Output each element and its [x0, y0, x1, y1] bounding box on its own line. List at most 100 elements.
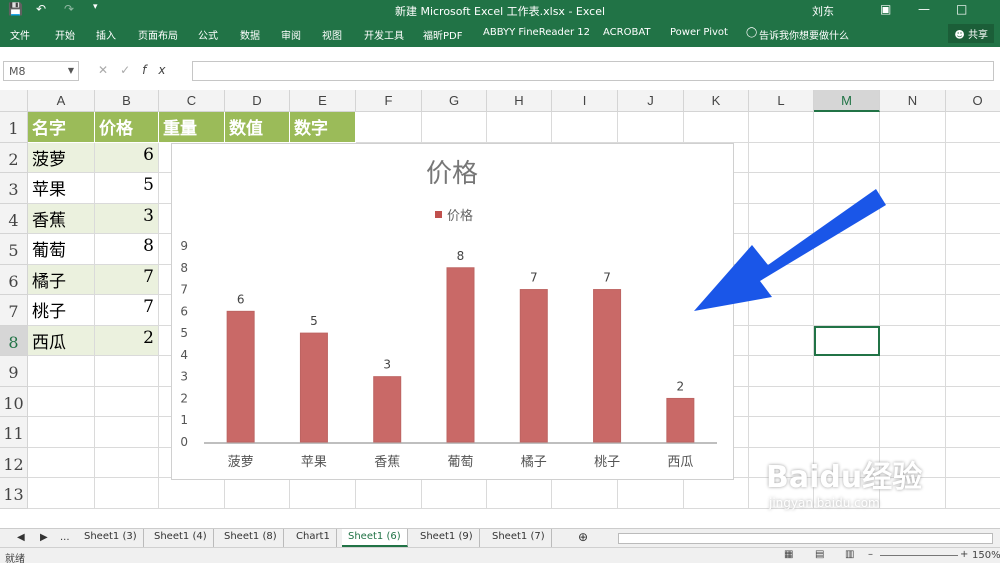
cell[interactable] [95, 417, 159, 448]
cell[interactable] [487, 112, 552, 143]
table-header-cell[interactable]: 重量 [159, 112, 225, 143]
price-cell[interactable]: 7 [95, 295, 159, 326]
chevron-down-icon[interactable]: ▼ [68, 66, 74, 75]
column-header[interactable]: D [225, 90, 290, 112]
cell[interactable] [356, 478, 422, 509]
column-header[interactable]: A [28, 90, 95, 112]
row-header[interactable]: 3 [0, 173, 28, 204]
cell[interactable] [684, 478, 749, 509]
selected-cell[interactable] [814, 325, 880, 356]
cell[interactable] [946, 173, 1000, 204]
tab-insert[interactable]: 插入 [96, 27, 116, 42]
name-cell[interactable]: 西瓜 [28, 325, 95, 356]
cell[interactable] [814, 417, 880, 448]
name-cell[interactable]: 橘子 [28, 264, 95, 295]
price-cell[interactable]: 8 [95, 234, 159, 265]
cell[interactable] [422, 112, 487, 143]
cell[interactable] [28, 356, 95, 387]
cell[interactable] [28, 478, 95, 509]
cell[interactable] [356, 112, 422, 143]
more-sheets-icon[interactable]: ... [60, 532, 70, 543]
cell[interactable] [28, 417, 95, 448]
tab-view[interactable]: 视图 [322, 27, 342, 42]
zoom-level[interactable]: 150% [972, 550, 1000, 561]
table-header-cell[interactable]: 数值 [225, 112, 290, 143]
cell[interactable] [946, 143, 1000, 173]
row-header[interactable]: 5 [0, 234, 28, 265]
cell[interactable] [946, 204, 1000, 234]
column-header[interactable]: L [749, 90, 814, 112]
table-header-cell[interactable]: 数字 [290, 112, 356, 143]
enter-icon[interactable]: ✓ [120, 63, 142, 77]
table-header-cell[interactable]: 价格 [95, 112, 159, 143]
column-header[interactable]: G [422, 90, 487, 112]
normal-view-icon[interactable]: ▦ [784, 549, 793, 560]
table-header-cell[interactable]: 名字 [28, 112, 95, 143]
price-cell[interactable]: 7 [95, 264, 159, 295]
cell[interactable] [95, 386, 159, 417]
sheet-tab[interactable]: Chart1 [290, 529, 337, 547]
zoom-in-icon[interactable]: + [960, 549, 968, 560]
column-header[interactable]: M [814, 90, 880, 112]
cell[interactable] [814, 356, 880, 387]
sheet-tab[interactable]: Sheet1 (4) [148, 529, 214, 547]
tab-formulas[interactable]: 公式 [198, 27, 218, 42]
ribbon-display-icon[interactable]: ▣ [880, 2, 891, 16]
cell[interactable] [880, 325, 946, 356]
column-header[interactable]: N [880, 90, 946, 112]
cell[interactable] [749, 386, 814, 417]
cell[interactable] [487, 478, 552, 509]
share-button[interactable]: ☻ 共享 [948, 24, 994, 43]
cell[interactable] [749, 356, 814, 387]
cell[interactable] [946, 356, 1000, 387]
formula-input[interactable] [192, 61, 994, 81]
maximize-icon[interactable]: □ [956, 2, 967, 16]
tab-acrobat[interactable]: ACROBAT [603, 27, 651, 38]
row-header[interactable]: 13 [0, 478, 28, 509]
name-cell[interactable]: 苹果 [28, 173, 95, 204]
tab-home[interactable]: 开始 [55, 27, 75, 42]
cell[interactable] [552, 478, 618, 509]
tab-data[interactable]: 数据 [240, 27, 260, 42]
column-header[interactable]: I [552, 90, 618, 112]
price-cell[interactable]: 3 [95, 203, 159, 234]
column-header[interactable]: J [618, 90, 684, 112]
zoom-out-icon[interactable]: – [868, 549, 873, 560]
cell[interactable] [28, 386, 95, 417]
cell[interactable] [749, 112, 814, 143]
row-header[interactable]: 2 [0, 142, 28, 173]
cell[interactable] [946, 448, 1000, 478]
row-header[interactable]: 6 [0, 264, 28, 295]
tab-review[interactable]: 审阅 [281, 27, 301, 42]
cell[interactable] [946, 295, 1000, 326]
sheet-tab[interactable]: Sheet1 (3) [78, 529, 144, 547]
cell[interactable] [946, 387, 1000, 417]
cell[interactable] [749, 417, 814, 448]
tell-me-search[interactable]: 告诉我你想要做什么 [759, 27, 849, 42]
price-cell[interactable]: 6 [95, 142, 159, 173]
cell[interactable] [946, 265, 1000, 295]
name-box[interactable]: M8 ▼ [3, 61, 79, 81]
name-cell[interactable]: 菠萝 [28, 142, 95, 173]
page-break-view-icon[interactable]: ▥ [845, 549, 854, 560]
cell[interactable] [814, 112, 880, 143]
cell[interactable] [880, 386, 946, 417]
cell[interactable] [749, 142, 814, 173]
tab-file[interactable]: 文件 [10, 27, 30, 42]
cell[interactable] [946, 326, 1000, 356]
horizontal-scrollbar[interactable] [618, 533, 993, 544]
column-header[interactable]: K [684, 90, 749, 112]
cancel-icon[interactable]: ✕ [98, 63, 120, 77]
cell[interactable] [814, 142, 880, 173]
column-header[interactable]: B [95, 90, 159, 112]
cell[interactable] [290, 478, 356, 509]
cell[interactable] [552, 112, 618, 143]
sheet-tab[interactable]: Sheet1 (7) [486, 529, 552, 547]
cell[interactable] [880, 112, 946, 143]
chart-object[interactable]: 价格 价格 0 1 2 3 4 5 6 7 8 9 6 菠萝 5 苹果 3 香蕉 8 葡萄 7 橘子 7 桃子 2 西瓜 [171, 143, 734, 480]
column-header[interactable]: H [487, 90, 552, 112]
insert-function-icon[interactable]: fx [142, 63, 177, 77]
column-header[interactable]: O [946, 90, 1000, 112]
cell[interactable] [422, 478, 487, 509]
column-header[interactable]: F [356, 90, 422, 112]
